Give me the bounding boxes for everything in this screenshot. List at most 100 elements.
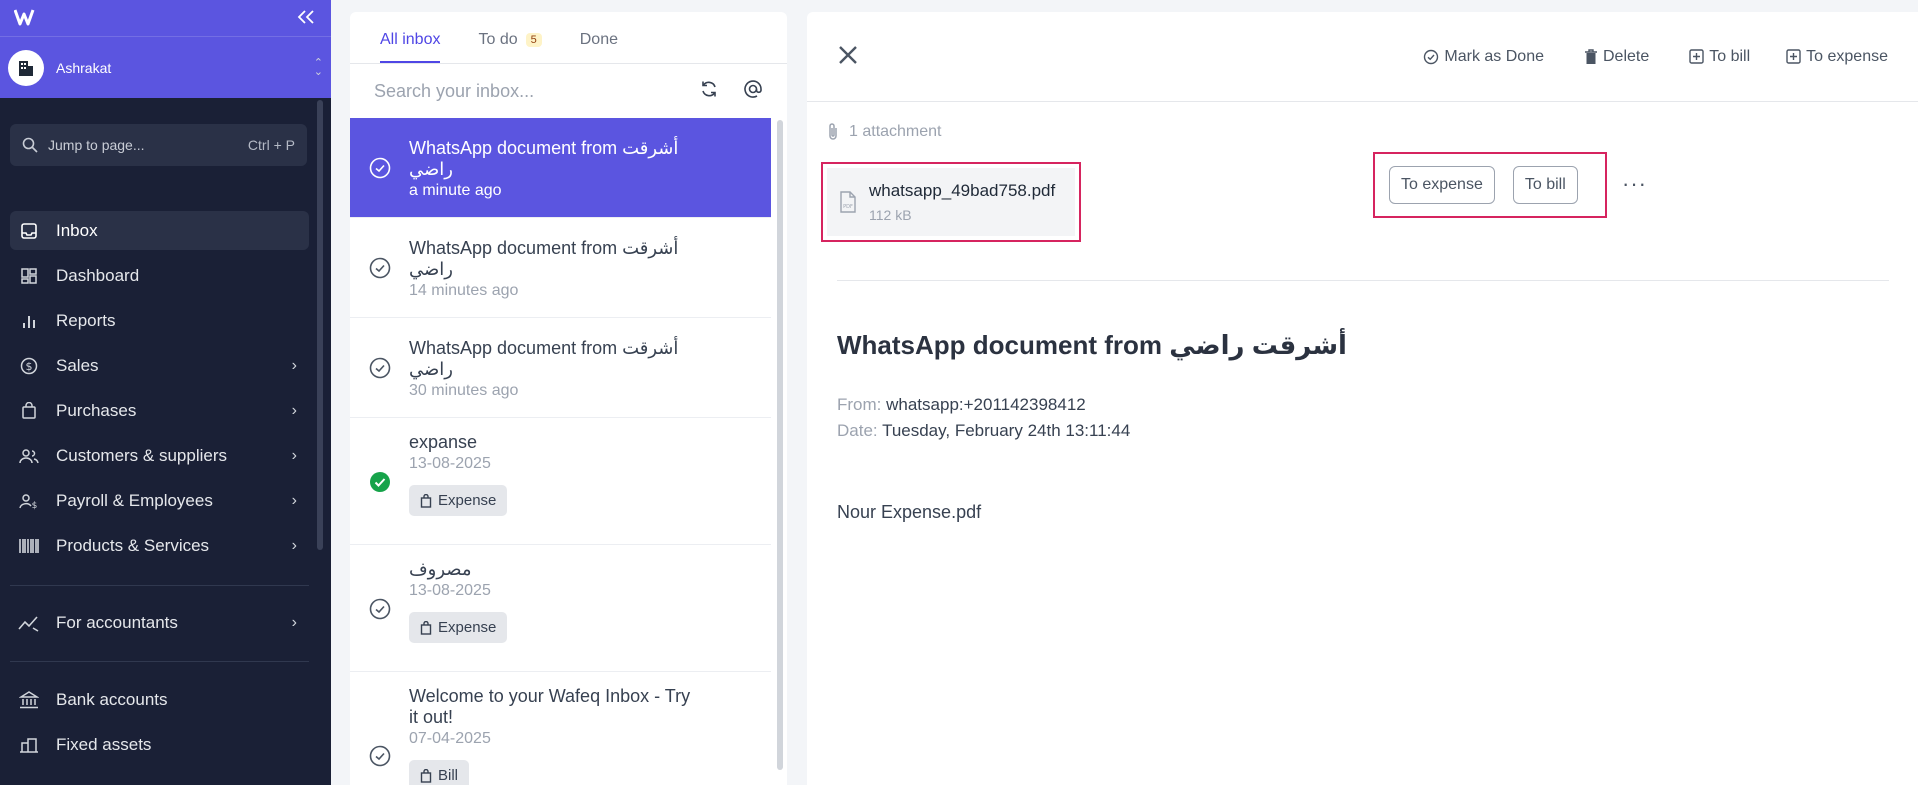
- sidebar-item-payroll-employees[interactable]: $ Payroll & Employees ›: [10, 481, 309, 520]
- tab-label: Done: [579, 31, 618, 48]
- attachment-count-label: 1 attachment: [849, 123, 942, 140]
- close-icon[interactable]: [837, 42, 859, 72]
- attachment-file[interactable]: PDF whatsapp_49bad758.pdf 112 kB: [827, 168, 1075, 236]
- sidebar-item-label: Payroll & Employees: [56, 490, 213, 510]
- sidebar-item-dashboard[interactable]: Dashboard: [10, 256, 309, 295]
- inbox-item-time: a minute ago: [409, 182, 502, 199]
- collapse-sidebar-icon[interactable]: [297, 8, 315, 29]
- tag-label: Expense: [438, 619, 497, 636]
- sidebar-item-products-services[interactable]: Products & Services ›: [10, 526, 309, 565]
- sidebar-item-label: Inbox: [56, 220, 98, 240]
- sidebar-divider: [10, 661, 309, 662]
- chevron-right-icon: ›: [291, 491, 297, 509]
- bag-icon: [420, 620, 432, 635]
- inbox-search-input[interactable]: [374, 80, 675, 102]
- tag-label: Bill: [438, 767, 459, 784]
- inbox-item-title: WhatsApp document from أشرقت راضي: [409, 338, 679, 379]
- action-label: Delete: [1603, 47, 1650, 65]
- search-icon: [22, 137, 38, 153]
- inbox-item[interactable]: مصروف 13-08-2025 Expense: [350, 545, 771, 672]
- action-label: Mark as Done: [1444, 47, 1544, 65]
- sidebar: Ashrakat ⌃ ⌄ Jump to page... Ctrl + P Inb…: [0, 0, 331, 785]
- sidebar-item-inbox[interactable]: Inbox: [10, 211, 309, 250]
- tab-done[interactable]: Done: [580, 31, 618, 63]
- plus-square-icon: [1786, 49, 1801, 64]
- pdf-file-icon: PDF: [840, 191, 856, 213]
- inbox-item[interactable]: WhatsApp document from أشرقت راضي a minu…: [350, 118, 771, 218]
- sidebar-item-fixed-assets[interactable]: Fixed assets: [10, 725, 309, 764]
- sidebar-item-label: Sales: [56, 355, 99, 375]
- check-circle-icon[interactable]: [368, 156, 392, 180]
- bag-icon: [420, 493, 432, 508]
- attachment-highlight: PDF whatsapp_49bad758.pdf 112 kB: [821, 162, 1081, 242]
- message-subject: WhatsApp document from أشرقت راضي: [837, 330, 1347, 360]
- inbox-tabs: All inbox To do 5 Done: [350, 12, 787, 64]
- expense-tag: Expense: [409, 485, 508, 516]
- svg-text:$: $: [32, 501, 38, 510]
- refresh-icon[interactable]: [699, 79, 719, 104]
- expense-tag: Expense: [409, 612, 508, 643]
- tab-label: All inbox: [380, 31, 441, 48]
- fixed-assets-icon: [16, 736, 42, 754]
- tab-label: To do: [478, 31, 518, 48]
- sidebar-item-reports[interactable]: Reports: [10, 301, 309, 340]
- check-circle-filled-icon[interactable]: [368, 470, 392, 494]
- inbox-item[interactable]: Welcome to your Wafeq Inbox - Try it out…: [350, 672, 771, 785]
- message-meta: From: whatsapp:+201142398412 Date: Tuesd…: [837, 392, 1130, 444]
- inbox-item[interactable]: expanse 13-08-2025 Expense: [350, 418, 771, 545]
- jump-to-page[interactable]: Jump to page... Ctrl + P: [10, 124, 307, 166]
- to-expense-button[interactable]: To expense: [1786, 48, 1888, 66]
- check-circle-icon[interactable]: [368, 744, 392, 768]
- sidebar-scrollbar[interactable]: [317, 100, 323, 550]
- svg-text:$: $: [26, 360, 33, 373]
- attachment-count: 1 attachment: [827, 122, 942, 142]
- jump-label: Jump to page...: [48, 137, 145, 153]
- inbox-item-title: WhatsApp document from أشرقت راضي: [409, 238, 679, 279]
- more-options-icon[interactable]: ···: [1622, 173, 1647, 195]
- inbox-item-title: expanse: [409, 432, 478, 452]
- workspace-switcher[interactable]: Ashrakat ⌃ ⌄: [0, 36, 331, 98]
- chevron-right-icon: ›: [291, 536, 297, 554]
- delete-button[interactable]: Delete: [1584, 48, 1649, 66]
- sidebar-item-label: Customers & suppliers: [56, 445, 228, 465]
- attachment-to-expense-button[interactable]: To expense: [1389, 166, 1495, 204]
- inbox-item-title: WhatsApp document from أشرقت راضي: [409, 138, 679, 179]
- building-icon: [8, 49, 44, 86]
- tab-to-do[interactable]: To do 5: [478, 31, 542, 63]
- detail-toolbar: Mark as Done Delete To bill To expense: [807, 12, 1918, 102]
- sidebar-item-for-accountants[interactable]: For accountants ›: [10, 603, 309, 642]
- sidebar-item-customers-suppliers[interactable]: Customers & suppliers ›: [10, 436, 309, 475]
- to-bill-button[interactable]: To bill: [1689, 48, 1750, 66]
- sidebar-item-sales[interactable]: $ Sales ›: [10, 346, 309, 385]
- check-circle-icon[interactable]: [368, 597, 392, 621]
- sidebar-header: [0, 0, 331, 37]
- bill-tag: Bill: [409, 760, 470, 785]
- attachment-size: 112 kB: [869, 207, 912, 223]
- inbox-item[interactable]: WhatsApp document from أشرقت راضي 14 min…: [350, 218, 771, 318]
- tag-label: Expense: [438, 492, 497, 509]
- sidebar-item-label: Purchases: [56, 400, 137, 420]
- inbox-item-title: مصروف: [409, 559, 472, 579]
- inbox-scrollbar[interactable]: [777, 120, 783, 770]
- barcode-icon: [16, 538, 42, 554]
- check-circle-icon[interactable]: [368, 256, 392, 280]
- employee-payroll-icon: $: [16, 492, 42, 510]
- inbox-icon: [16, 222, 42, 240]
- inbox-item[interactable]: WhatsApp document from أشرقت راضي 30 min…: [350, 318, 771, 418]
- at-sign-icon[interactable]: [743, 79, 763, 104]
- mark-as-done-button[interactable]: Mark as Done: [1423, 48, 1544, 66]
- jump-shortcut: Ctrl + P: [247, 137, 295, 153]
- check-circle-icon[interactable]: [368, 356, 392, 380]
- sidebar-item-bank-accounts[interactable]: Bank accounts: [10, 680, 309, 719]
- inbox-item-time: 07-04-2025: [409, 730, 491, 747]
- chevron-right-icon: ›: [291, 401, 297, 419]
- chevron-right-icon: ›: [291, 613, 297, 631]
- wafeq-logo[interactable]: [13, 6, 38, 32]
- sidebar-item-purchases[interactable]: Purchases ›: [10, 391, 309, 430]
- action-label: To expense: [1806, 47, 1888, 65]
- attachment-to-bill-button[interactable]: To bill: [1512, 166, 1578, 204]
- tab-all-inbox[interactable]: All inbox: [380, 31, 441, 63]
- inbox-item-time: 13-08-2025: [409, 455, 491, 472]
- inbox-item-time: 14 minutes ago: [409, 282, 519, 299]
- bank-icon: [16, 690, 42, 709]
